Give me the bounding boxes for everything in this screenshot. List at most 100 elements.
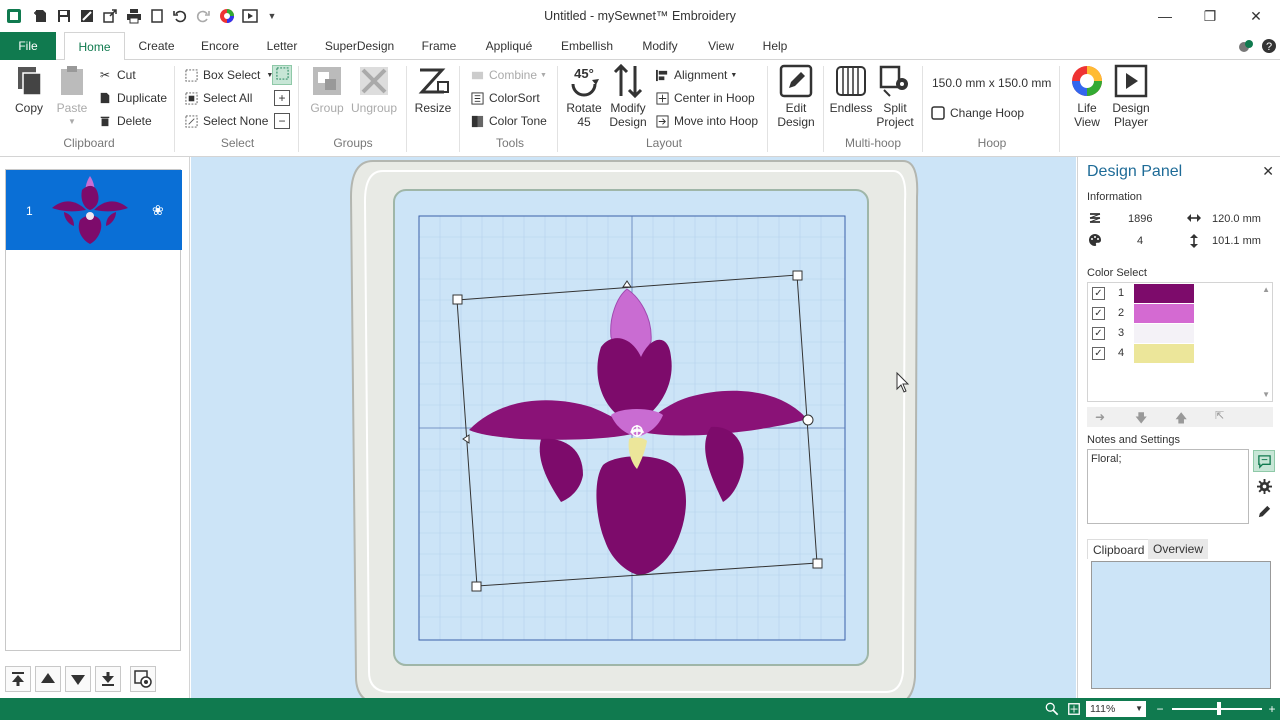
group-button[interactable]: Group <box>306 64 348 115</box>
paste-button[interactable]: Paste ▼ <box>54 64 90 129</box>
ribbon-separator <box>557 66 558 152</box>
tab-home[interactable]: Home <box>64 32 125 61</box>
tab-overview[interactable]: Overview <box>1148 539 1209 559</box>
move-color-down-icon[interactable]: 🡇 <box>1135 409 1147 430</box>
ribbon-separator <box>1059 66 1060 152</box>
tab-embellish[interactable]: Embellish <box>557 32 617 60</box>
select-all-button[interactable]: Select All <box>183 90 252 106</box>
account-icon[interactable] <box>1236 36 1256 56</box>
color-row[interactable]: ✓ 1 <box>1088 284 1238 304</box>
cut-button[interactable]: ✂ Cut <box>97 67 136 83</box>
ribbon-separator <box>298 66 299 152</box>
view-design-icon <box>134 670 152 688</box>
tab-superdesign[interactable]: SuperDesign <box>320 32 399 60</box>
rotate-handle[interactable] <box>802 414 814 426</box>
center-in-hoop-button[interactable]: Center in Hoop <box>654 90 755 106</box>
settings-gear-icon[interactable] <box>1253 475 1275 497</box>
color-row[interactable]: ✓ 4 <box>1088 344 1238 364</box>
resize-handle-bottom-left[interactable] <box>471 581 482 592</box>
move-color-up-icon[interactable]: 🡅 <box>1175 409 1187 430</box>
tab-frame[interactable]: Frame <box>417 32 461 60</box>
select-all-icon <box>183 90 199 106</box>
move-down-button[interactable] <box>65 666 91 692</box>
resize-handle-top-left[interactable] <box>452 294 463 305</box>
color-tone-icon <box>469 113 485 129</box>
resize-handle-bottom-right[interactable] <box>812 558 823 569</box>
color-tone-button[interactable]: Color Tone <box>469 113 547 129</box>
move-to-top-button[interactable] <box>5 666 31 692</box>
design-thumbnail-item[interactable]: 1 ❀ <box>6 170 182 250</box>
ungroup-button[interactable]: Ungroup <box>350 64 398 115</box>
tab-create[interactable]: Create <box>134 32 179 60</box>
tab-help[interactable]: Help <box>757 32 793 60</box>
tab-clipboard[interactable]: Clipboard <box>1087 539 1151 559</box>
delete-button[interactable]: Delete <box>97 113 152 129</box>
resize-handle-top-right[interactable] <box>792 270 803 281</box>
color-change-icon[interactable]: ➜ <box>1095 410 1105 424</box>
modify-design-button[interactable]: Modify Design <box>606 64 650 129</box>
life-view-button[interactable]: Life View <box>1068 64 1106 129</box>
help-icon[interactable]: ? <box>1259 36 1279 56</box>
zoom-to-fit-icon[interactable] <box>1044 701 1060 717</box>
alignment-button[interactable]: Alignment ▼ <box>654 67 737 83</box>
notes-textarea[interactable]: Floral; <box>1087 449 1249 524</box>
zoom-slider-thumb[interactable] <box>1217 702 1221 715</box>
zoom-hoop-icon[interactable] <box>1066 701 1082 717</box>
change-hoop-button[interactable]: Change Hoop <box>930 105 1024 121</box>
view-design-button[interactable] <box>130 666 156 692</box>
zoom-level-select[interactable]: 111% ▼ <box>1086 701 1146 717</box>
edit-pencil-icon[interactable] <box>1253 500 1275 522</box>
zoom-out-icon[interactable]: − <box>1152 701 1168 717</box>
design-canvas[interactable] <box>191 157 1076 698</box>
tab-modify[interactable]: Modify <box>635 32 685 60</box>
edit-design-button[interactable]: Edit Design <box>775 64 817 129</box>
design-panel-close-button[interactable]: ✕ <box>1262 163 1274 180</box>
move-to-bottom-button[interactable] <box>95 666 121 692</box>
information-label: Information <box>1087 191 1143 203</box>
remove-from-selection-icon[interactable]: − <box>274 113 290 129</box>
select-none-button[interactable]: Select None <box>183 113 268 129</box>
scroll-down-icon[interactable]: ▼ <box>1262 390 1270 399</box>
box-select-button[interactable]: Box Select ▼ <box>183 67 273 83</box>
color-row[interactable]: ✓ 3 <box>1088 324 1238 344</box>
rotate-icon: 45° <box>567 64 601 98</box>
scroll-up-icon[interactable]: ▲ <box>1262 285 1270 294</box>
split-project-button[interactable]: Split Project <box>874 64 916 129</box>
color-checkbox[interactable]: ✓ <box>1092 307 1105 320</box>
zoom-in-icon[interactable]: + <box>1264 701 1280 717</box>
endless-button[interactable]: Endless <box>830 64 872 115</box>
move-up-button[interactable] <box>35 666 61 692</box>
color-checkbox[interactable]: ✓ <box>1092 287 1105 300</box>
copy-button[interactable]: Copy <box>10 64 48 115</box>
tab-letter[interactable]: Letter <box>262 32 302 60</box>
close-button[interactable]: ✕ <box>1238 4 1274 28</box>
overview-tab-bar: Clipboard Overview <box>1087 539 1273 559</box>
tab-view[interactable]: View <box>703 32 739 60</box>
color-checkbox[interactable]: ✓ <box>1092 327 1105 340</box>
color-swatch <box>1134 284 1194 303</box>
notes-comment-icon[interactable] <box>1253 450 1275 472</box>
box-select-icon <box>183 67 199 83</box>
design-player-button[interactable]: Design Player <box>1110 64 1152 129</box>
design-panel: Design Panel ✕ Information 1896 120.0 mm… <box>1077 157 1280 698</box>
color-options-icon[interactable]: ⇱ <box>1215 409 1224 422</box>
ribbon-separator <box>823 66 824 152</box>
box-select-mode-button[interactable] <box>272 65 292 85</box>
move-into-hoop-button[interactable]: Move into Hoop <box>654 113 758 129</box>
add-to-selection-icon[interactable]: + <box>274 90 290 106</box>
restore-button[interactable]: ❐ <box>1192 4 1228 28</box>
tab-file[interactable]: File <box>0 32 56 60</box>
tab-applique[interactable]: Appliqué <box>479 32 539 60</box>
color-row[interactable]: ✓ 2 <box>1088 304 1238 324</box>
color-checkbox[interactable]: ✓ <box>1092 347 1105 360</box>
combine-button[interactable]: Combine ▼ <box>469 67 547 83</box>
rotate-45-button[interactable]: 45° Rotate 45 <box>564 64 604 129</box>
minimize-button[interactable]: — <box>1147 4 1183 28</box>
resize-button[interactable]: Resize <box>414 64 452 115</box>
svg-text:?: ? <box>1266 41 1272 53</box>
colorsort-button[interactable]: ColorSort <box>469 90 540 106</box>
duplicate-button[interactable]: Duplicate <box>97 90 167 106</box>
edit-design-icon <box>779 64 813 98</box>
color-count: 4 <box>1137 235 1144 247</box>
tab-encore[interactable]: Encore <box>196 32 244 60</box>
